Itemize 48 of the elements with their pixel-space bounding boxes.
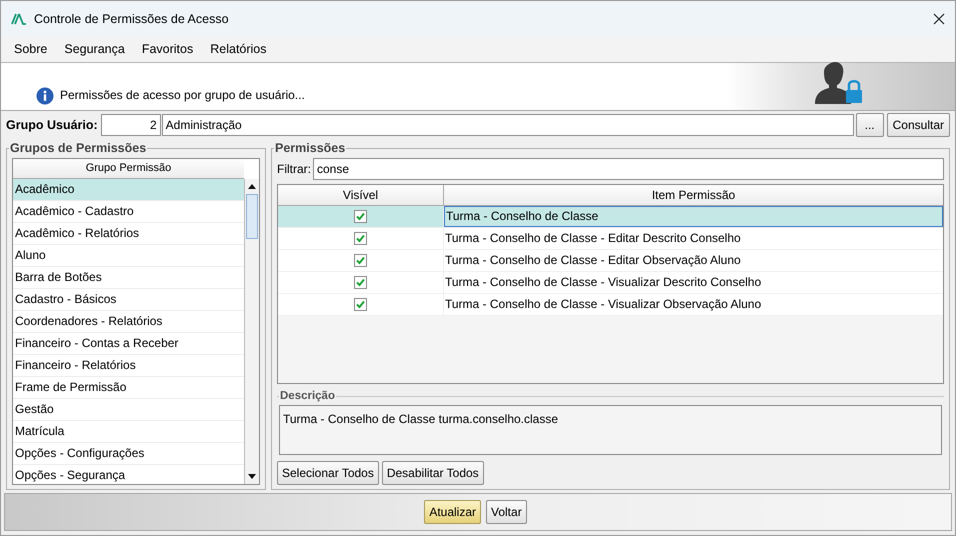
user-group-label: Grupo Usuário:	[6, 116, 98, 134]
checkbox[interactable]	[354, 210, 367, 223]
update-button[interactable]: Atualizar	[424, 500, 481, 524]
scroll-thumb[interactable]	[246, 194, 258, 239]
menu-item[interactable]: Segurança	[56, 40, 133, 59]
column-header[interactable]: Item Permissão	[444, 184, 943, 205]
permission-row[interactable]: Turma - Conselho de Classe - Editar Observação Aluno	[278, 250, 943, 272]
user-lock-icon	[815, 60, 865, 104]
logo-icon	[11, 13, 27, 25]
checkbox[interactable]	[354, 276, 367, 289]
checkbox[interactable]	[354, 298, 367, 311]
permission-row[interactable]: Turma - Conselho de Classe - Editar Descrito Conselho	[278, 228, 943, 250]
back-button[interactable]: Voltar	[486, 500, 527, 524]
permission-item: Turma - Conselho de Classe - Visualizar Observação Aluno	[444, 296, 762, 314]
menu-item[interactable]: Favoritos	[134, 40, 202, 59]
checkbox[interactable]	[354, 232, 367, 245]
scroll-up-icon[interactable]	[248, 184, 256, 189]
checkbox[interactable]	[354, 254, 367, 267]
panel-button[interactable]: Desabilitar Todos	[382, 461, 484, 485]
column-header[interactable]: Visível	[278, 184, 444, 205]
browse-button[interactable]: ...	[856, 113, 884, 137]
scrollbar[interactable]	[244, 178, 259, 484]
menu-item[interactable]: Sobre	[6, 40, 56, 59]
permission-item: Turma - Conselho de Classe - Editar Descrito Conselho	[444, 230, 742, 248]
column-header[interactable]: Grupo Permissão	[13, 158, 244, 179]
group-name-field[interactable]: Administração	[162, 114, 854, 136]
panel-button[interactable]: Selecionar Todos	[277, 461, 379, 485]
group-row[interactable]: Acadêmico	[13, 178, 244, 201]
info-icon	[36, 87, 54, 105]
close-icon[interactable]	[933, 13, 945, 25]
groups-panel-title: Grupos de Permissões	[9, 140, 148, 157]
permission-item: Turma - Conselho de Classe - Visualizar Descrito Conselho	[444, 274, 762, 292]
scroll-down-icon[interactable]	[248, 474, 256, 479]
description-title: Descrição	[279, 388, 336, 404]
permission-item: Turma - Conselho de Classe	[444, 206, 943, 227]
filter-field[interactable]: conse	[313, 158, 944, 180]
permission-row[interactable]: Turma - Conselho de Classe - Visualizar Observação Aluno	[278, 294, 943, 316]
window-title: Controle de Permissões de Acesso	[34, 10, 229, 28]
permission-row[interactable]: Turma - Conselho de Classe - Visualizar Descrito Conselho	[278, 272, 943, 294]
permissions-panel-title: Permissões	[274, 140, 346, 157]
query-button[interactable]: Consultar	[886, 113, 950, 137]
banner-message: Permissões de acesso por grupo de usuário...	[60, 87, 305, 104]
filter-label: Filtrar:	[277, 161, 311, 178]
group-code-field[interactable]: 2	[100, 114, 161, 136]
description-text: Turma - Conselho de Classe turma.conselho.classe	[279, 405, 942, 455]
permission-row[interactable]: Turma - Conselho de Classe	[278, 206, 943, 228]
permission-item: Turma - Conselho de Classe - Editar Observação Aluno	[444, 252, 742, 270]
menu-item[interactable]: Relatórios	[202, 40, 275, 59]
